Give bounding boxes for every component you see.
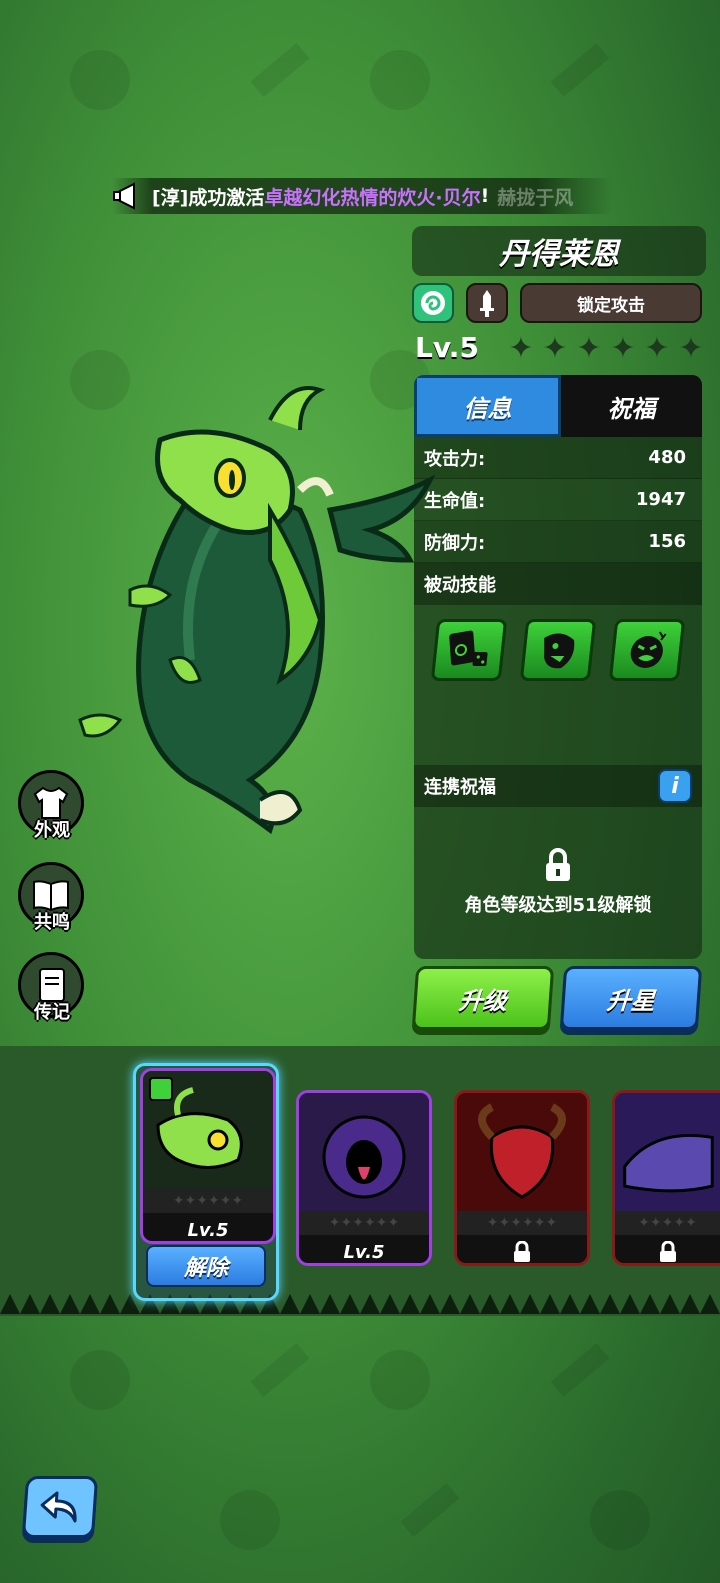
padlock-icon	[659, 1241, 676, 1262]
broadcast-highlight: 卓越幻化热情的炊火·贝尔	[264, 186, 481, 209]
hero-card-art	[615, 1093, 720, 1211]
dark-dragon-portrait-icon	[623, 1134, 714, 1193]
card-star-bar: ✦✦✦✦✦✦	[457, 1211, 587, 1235]
hero-star-rating: ✦ ✦ ✦ ✦ ✦ ✦	[506, 334, 706, 364]
star-up-button[interactable]: 升星	[559, 966, 703, 1030]
hero-name: 丹得莱恩	[412, 226, 706, 276]
passive-skill-2[interactable]	[519, 619, 597, 681]
blessing-locked-text: 角色等级达到51级解锁	[464, 895, 652, 916]
lock-attack-button[interactable]: 锁定攻击	[520, 283, 702, 323]
element-badge[interactable]	[412, 283, 454, 323]
card-level: Lv.5	[187, 1219, 229, 1241]
star-icon: ✦	[610, 331, 636, 366]
upgrade-button[interactable]: 升级	[411, 966, 555, 1030]
red-demon-portrait-icon	[478, 1103, 566, 1199]
hero-card-purple-beast[interactable]: ✦✦✦✦✦✦ Lv.5	[296, 1090, 432, 1266]
card-lock	[615, 1235, 720, 1263]
card-type-badge	[149, 1077, 173, 1101]
passive-skill-3[interactable]	[609, 619, 686, 681]
sword-icon	[480, 290, 494, 317]
hero-character-art	[78, 386, 436, 835]
card-star-bar: ✦✦✦✦✦✦	[299, 1211, 429, 1235]
card-star-bar: ✦✦✦✦✦	[615, 1211, 720, 1235]
padlock-icon	[514, 1241, 530, 1262]
purple-beast-portrait-icon	[322, 1115, 406, 1199]
card-star-bar: ✦✦✦✦✦✦	[143, 1189, 273, 1213]
padlock-icon	[546, 848, 570, 881]
broadcast-prefix: [淳]成功激活	[152, 186, 265, 209]
star-icon: ✦	[644, 331, 670, 366]
card-lock	[457, 1235, 587, 1263]
broadcast-banner: [淳]成功激活 卓越幻化热情的炊火·贝尔 ! 赫拢于风	[112, 178, 612, 214]
shirt-icon	[33, 786, 69, 819]
stat-value: 480	[648, 447, 686, 468]
weapon-type-badge[interactable]	[466, 283, 508, 323]
stat-value: 1947	[635, 489, 686, 510]
star-icon: ✦	[542, 331, 568, 366]
unequip-button[interactable]: 解除	[146, 1245, 266, 1287]
resonance-label: 共鸣	[34, 912, 70, 933]
star-icon: ✦	[678, 331, 704, 366]
hero-card-art	[143, 1071, 273, 1189]
angry-face-skill-icon	[631, 631, 667, 668]
back-button[interactable]	[21, 1476, 99, 1538]
hero-card-green-dragon[interactable]: ✦✦✦✦✦✦ Lv.5	[140, 1068, 276, 1244]
hero-card-art	[299, 1093, 429, 1211]
monster-face-skill-icon	[544, 633, 575, 669]
book-icon	[33, 880, 69, 912]
card-level: Lv.5	[343, 1241, 385, 1263]
megaphone-icon	[113, 182, 135, 210]
broadcast-suffix: !	[480, 185, 490, 207]
star-icon: ✦	[508, 331, 534, 366]
tab-blessing[interactable]: 祝福	[561, 375, 702, 437]
hero-card-red-demon[interactable]: ✦✦✦✦✦✦	[454, 1090, 590, 1266]
resonance-button[interactable]: 共鸣	[18, 862, 86, 936]
stat-value: 156	[648, 531, 686, 552]
broadcast-ghost-text: 赫拢于风	[497, 186, 574, 209]
wind-element-icon	[421, 291, 445, 315]
back-arrow-icon	[40, 1491, 77, 1523]
hero-card-art	[457, 1093, 587, 1211]
hero-card-dark-dragon[interactable]: ✦✦✦✦✦	[612, 1090, 720, 1266]
star-icon: ✦	[576, 331, 602, 366]
biography-label: 传记	[34, 1002, 70, 1023]
roster-spike-border	[0, 1294, 720, 1314]
info-icon-button[interactable]: i	[658, 769, 692, 803]
biography-button[interactable]: 传记	[18, 952, 86, 1026]
